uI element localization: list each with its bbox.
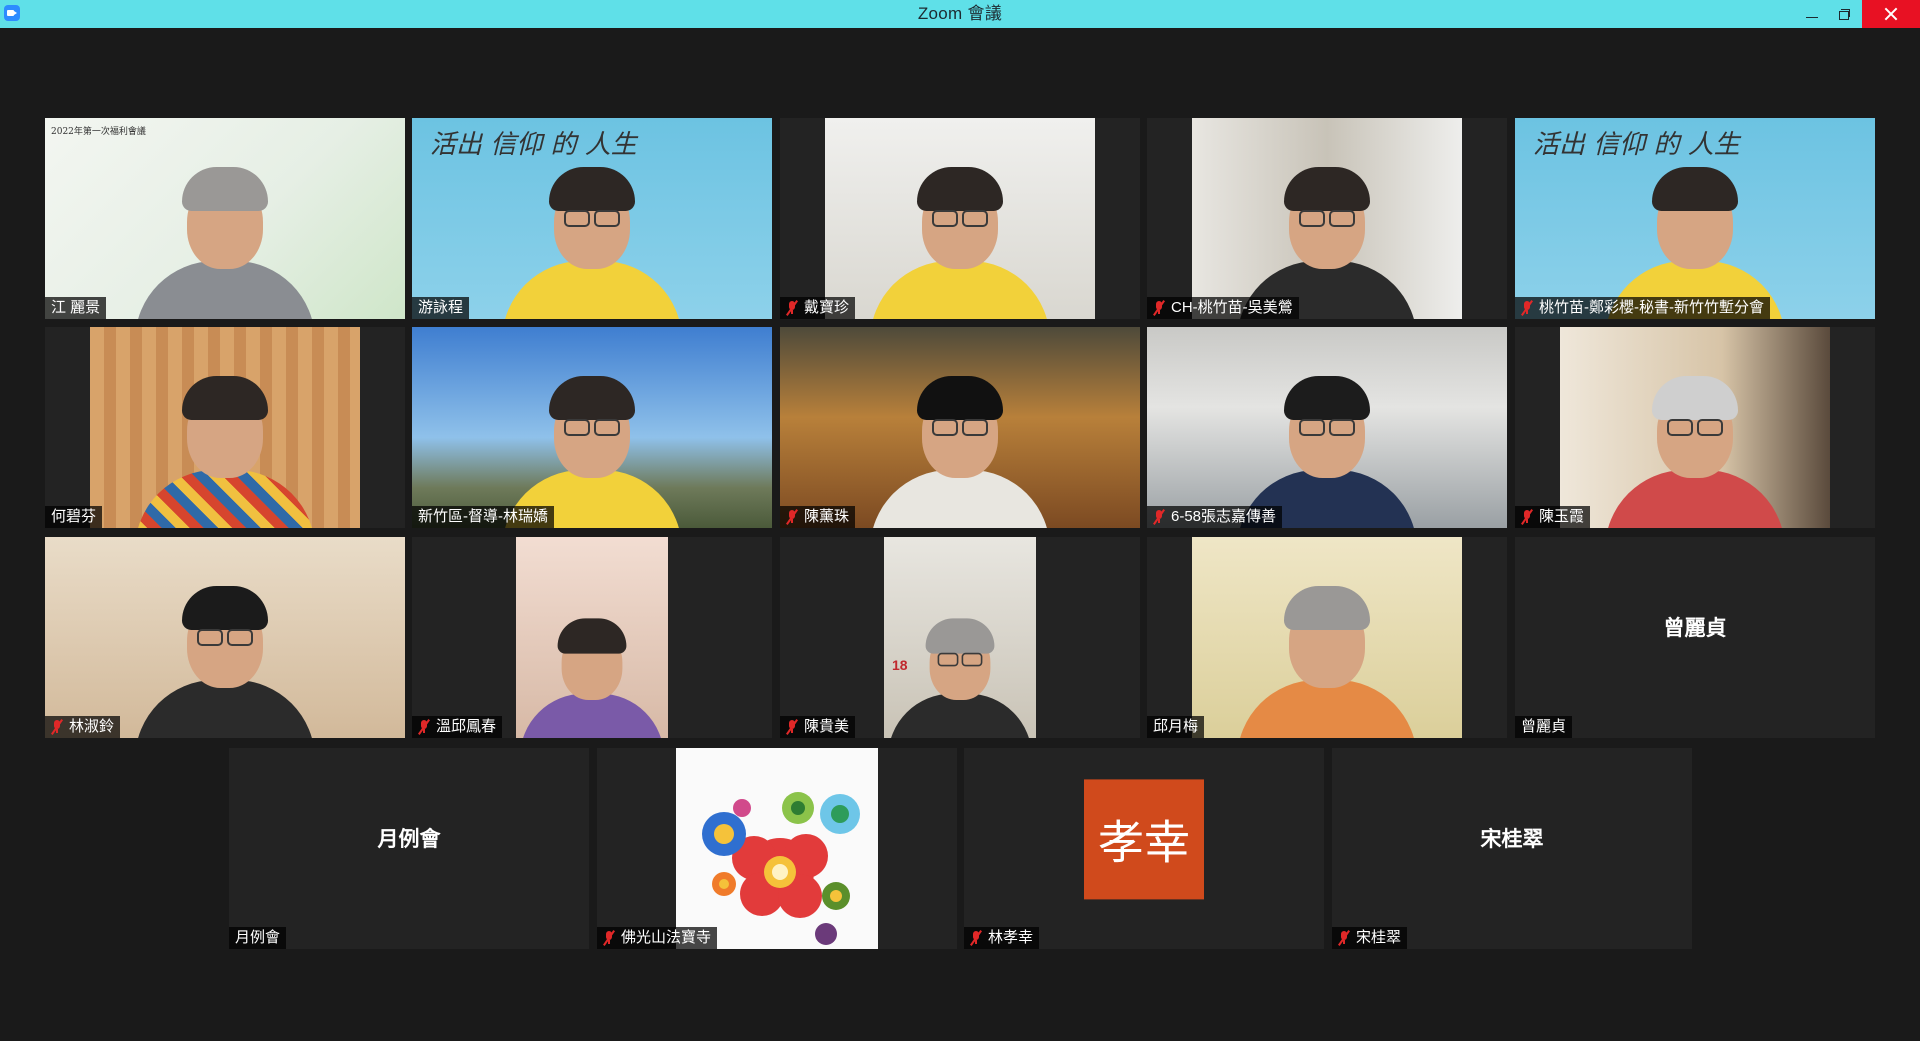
participant-name-label: 游詠程 (412, 297, 470, 319)
mic-muted-icon (1521, 300, 1533, 316)
mic-muted-icon (1153, 300, 1165, 316)
mic-muted-icon (1153, 509, 1165, 525)
participant-name-label: 林孝幸 (964, 927, 1040, 949)
restore-button[interactable] (1824, 0, 1864, 28)
participant-display-name: 月例會 (377, 827, 441, 851)
participant-tile-no-video[interactable]: 曾麗貞 曾麗貞 (1515, 537, 1875, 738)
video-feed: 18 (884, 537, 1036, 738)
participant-name-label: 6-58張志嘉傳善 (1147, 506, 1283, 528)
mic-muted-icon (970, 930, 982, 946)
window-title: Zoom 會議 (917, 4, 1003, 23)
flower-icon (702, 792, 860, 945)
calendar-text: 18 (892, 657, 908, 673)
participant-display-name: 曾麗貞 (1663, 616, 1727, 640)
participant-name-label: 陳玉霞 (1515, 506, 1591, 528)
close-icon (1884, 7, 1898, 21)
participant-tile[interactable]: 18 陳貴美 (780, 537, 1140, 738)
participant-name-label: 溫邱鳳春 (412, 716, 503, 738)
mic-muted-icon (1521, 509, 1533, 525)
video-feed (1192, 537, 1462, 738)
participant-tile-no-video[interactable]: 孝幸 林孝幸 (964, 748, 1324, 949)
mic-muted-icon (786, 300, 798, 316)
participant-tile[interactable]: 溫邱鳳春 (412, 537, 772, 738)
mic-muted-icon (603, 930, 615, 946)
participant-tile[interactable]: 戴寶珍 (780, 118, 1140, 319)
participant-name-label: 陳薰珠 (780, 506, 856, 528)
participant-tile[interactable]: 佛光山法寶寺 (597, 748, 957, 949)
participant-name-label: 曾麗貞 (1515, 716, 1573, 738)
video-feed (90, 327, 360, 528)
video-feed (1192, 118, 1462, 319)
participant-name-label: CH-桃竹苗-吳美鶯 (1147, 297, 1299, 319)
participant-tile-active-speaker[interactable]: 新竹區-督導-林瑞嬌 (412, 327, 772, 528)
participant-tile[interactable]: 活出 信仰 的 人生 游詠程 (412, 118, 772, 319)
participant-name-label: 林淑鈴 (45, 716, 121, 738)
minimize-icon (1806, 16, 1818, 18)
participant-tile[interactable]: 陳玉霞 (1515, 327, 1875, 528)
participant-tile[interactable]: 活出 信仰 的 人生 桃竹苗-鄭彩櫻-秘書-新竹竹塹分會 (1515, 118, 1875, 319)
participant-name-label: 邱月梅 (1147, 716, 1205, 738)
mic-muted-icon (1338, 930, 1350, 946)
video-feed (825, 118, 1095, 319)
mic-muted-icon (786, 719, 798, 735)
participant-tile[interactable]: 林淑鈴 (45, 537, 405, 738)
video-feed (780, 327, 1140, 528)
mic-muted-icon (51, 719, 63, 735)
participant-tile[interactable]: CH-桃竹苗-吳美鶯 (1147, 118, 1507, 319)
video-feed (412, 327, 772, 528)
meeting-banner-text: 2022年第一次福利會議 (51, 127, 146, 137)
virtual-background-text: 活出 信仰 的 人生 (430, 130, 637, 160)
participant-name-label: 戴寶珍 (780, 297, 856, 319)
video-feed: 2022年第一次福利會議 (45, 118, 405, 319)
participant-name-label: 佛光山法寶寺 (597, 927, 718, 949)
participant-name-label: 宋桂翠 (1332, 927, 1408, 949)
avatar: 孝幸 (1084, 778, 1204, 899)
mic-muted-icon (786, 509, 798, 525)
participant-tile[interactable]: 邱月梅 (1147, 537, 1507, 738)
video-feed (45, 537, 405, 738)
participant-tile[interactable]: 陳薰珠 (780, 327, 1140, 528)
participant-tile[interactable]: 何碧芬 (45, 327, 405, 528)
video-feed (1560, 327, 1830, 528)
title-bar: Zoom 會議 (0, 0, 1920, 28)
participant-tile-no-video[interactable]: 月例會 月例會 (229, 748, 589, 949)
mic-muted-icon (418, 719, 430, 735)
participant-display-name: 宋桂翠 (1480, 827, 1544, 851)
restore-icon (1839, 9, 1850, 20)
participant-tile-no-video[interactable]: 宋桂翠 宋桂翠 (1332, 748, 1692, 949)
profile-picture (676, 748, 878, 949)
participant-name-label: 新竹區-督導-林瑞嬌 (412, 506, 554, 528)
video-feed (1147, 327, 1507, 528)
participant-name-label: 何碧芬 (45, 506, 103, 528)
video-feed: 活出 信仰 的 人生 (1515, 118, 1875, 319)
close-button[interactable] (1862, 0, 1920, 28)
virtual-background-text: 活出 信仰 的 人生 (1533, 130, 1740, 160)
participant-name-label: 桃竹苗-鄭彩櫻-秘書-新竹竹塹分會 (1515, 297, 1770, 319)
video-feed (516, 537, 668, 738)
participant-name-label: 月例會 (229, 927, 287, 949)
participant-tile[interactable]: 6-58張志嘉傳善 (1147, 327, 1507, 528)
participant-name-label: 江 麗景 (45, 297, 107, 319)
participant-tile[interactable]: 2022年第一次福利會議 江 麗景 (45, 118, 405, 319)
video-feed: 活出 信仰 的 人生 (412, 118, 772, 319)
participant-name-label: 陳貴美 (780, 716, 856, 738)
